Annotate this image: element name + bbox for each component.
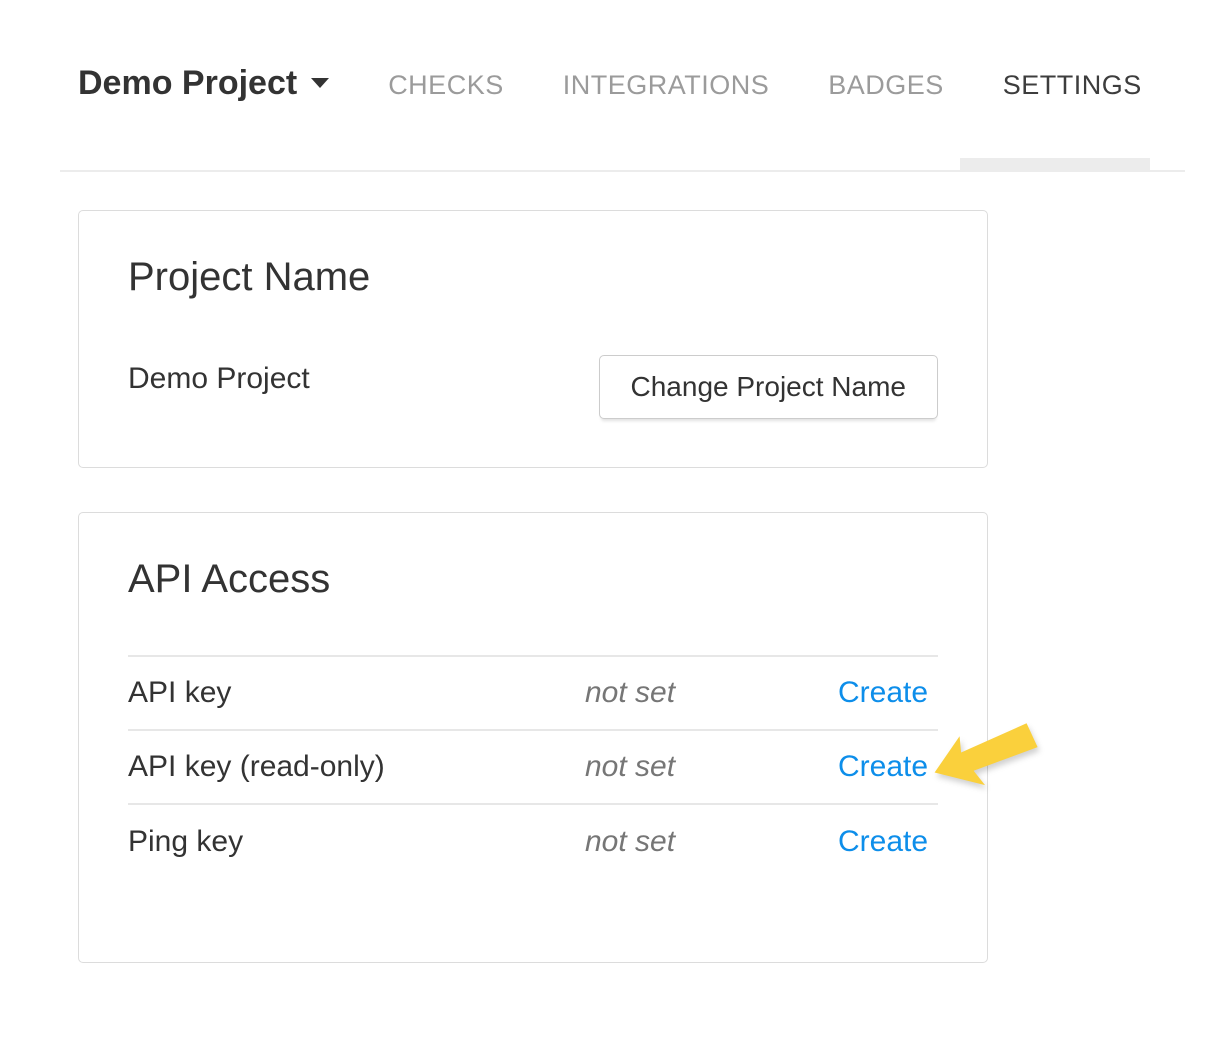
settings-page: Demo Project CHECKS INTEGRATIONS BADGES … [0, 0, 1220, 1059]
ping-key-label: Ping key [128, 825, 585, 859]
api-key-read-only-label: API key (read-only) [128, 750, 585, 784]
create-ping-key-link[interactable]: Create [838, 825, 943, 859]
top-navigation: Demo Project CHECKS INTEGRATIONS BADGES … [78, 64, 1142, 103]
api-access-card-title: API Access [128, 555, 938, 603]
project-name-card: Project Name Demo Project Change Project… [78, 210, 988, 468]
api-key-read-only-value: not set [585, 750, 838, 784]
table-row-api-key: API key not set Create [128, 657, 938, 731]
create-api-key-link[interactable]: Create [838, 676, 943, 710]
api-keys-table: API key not set Create API key (read-onl… [128, 655, 938, 879]
table-row-ping-key: Ping key not set Create [128, 805, 938, 879]
ping-key-value: not set [585, 825, 838, 859]
api-key-value: not set [585, 676, 838, 710]
tab-settings[interactable]: SETTINGS [1003, 70, 1142, 101]
change-project-name-button[interactable]: Change Project Name [599, 355, 938, 419]
nav-divider [60, 170, 1185, 172]
project-switcher[interactable]: Demo Project [78, 64, 329, 103]
create-api-key-read-only-link[interactable]: Create [838, 750, 943, 784]
tab-checks[interactable]: CHECKS [388, 70, 504, 101]
project-title: Demo Project [78, 64, 297, 103]
current-project-name: Demo Project [128, 362, 310, 396]
project-name-card-title: Project Name [128, 253, 938, 301]
active-tab-indicator [960, 158, 1150, 170]
tab-badges[interactable]: BADGES [828, 70, 944, 101]
table-row-api-key-read-only: API key (read-only) not set Create [128, 731, 938, 805]
tab-integrations[interactable]: INTEGRATIONS [563, 70, 770, 101]
api-key-label: API key [128, 676, 585, 710]
api-access-card: API Access API key not set Create API ke… [78, 512, 988, 963]
project-name-row: Demo Project Change Project Name [128, 355, 938, 419]
caret-down-icon [311, 78, 329, 88]
